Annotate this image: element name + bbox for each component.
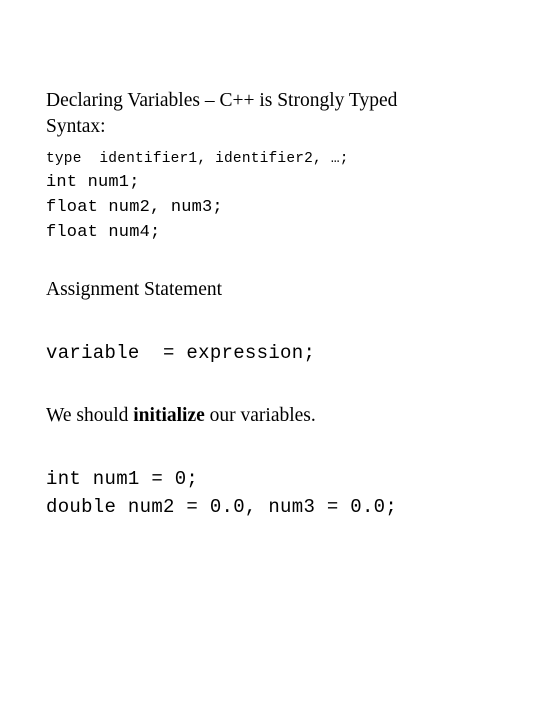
initialization-line-1: int num1 = 0;: [46, 468, 199, 490]
assignment-form: variable = expression;: [46, 342, 316, 364]
declaration-line-1: int num1;: [46, 173, 140, 192]
syntax-label: Syntax:: [46, 116, 106, 137]
syntax-template: type identifier1, identifier2, …;: [46, 151, 349, 167]
slide-canvas: Declaring Variables – C++ is Strongly Ty…: [0, 0, 540, 720]
slide-heading: Declaring Variables – C++ is Strongly Ty…: [46, 90, 398, 111]
initialize-sentence-before: We should: [46, 405, 134, 426]
initialize-sentence: We should initialize our variables.: [46, 403, 494, 429]
initialize-sentence-after: our variables.: [204, 405, 316, 426]
declaration-line-3: float num4;: [46, 223, 161, 242]
initialize-emphasis: initialize: [133, 405, 205, 426]
initialization-line-2: double num2 = 0.0, num3 = 0.0;: [46, 496, 398, 518]
assignment-heading: Assignment Statement: [46, 279, 223, 300]
declaration-line-2: float num2, num3;: [46, 198, 223, 217]
